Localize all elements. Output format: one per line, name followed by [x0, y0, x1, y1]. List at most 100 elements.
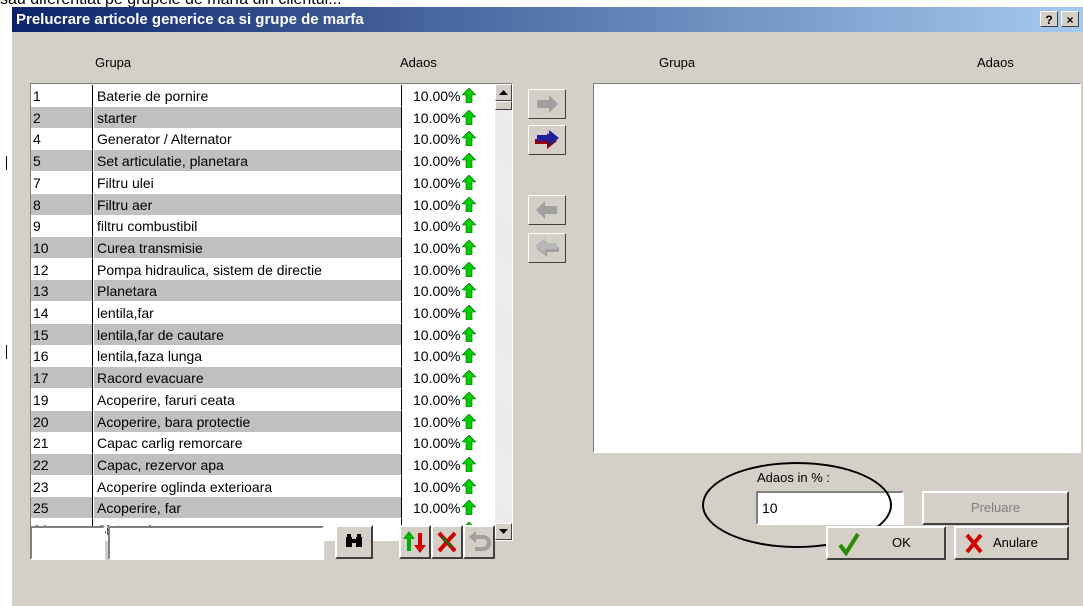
table-row[interactable]: 15 lentila,far de cautare 10.00% — [31, 323, 495, 346]
group-list-scrollbar[interactable] — [495, 84, 512, 540]
green-up-arrow-icon[interactable] — [462, 305, 477, 320]
markup-value: 10.00% — [413, 174, 461, 191]
double-arrow-right-icon — [535, 130, 559, 149]
group-name-cell: Acoperire oglinda exterioara — [94, 475, 402, 498]
green-up-arrow-icon[interactable] — [462, 261, 477, 277]
table-row[interactable]: 10 Curea transmisie 10.00% — [31, 236, 495, 259]
group-markup-cell: 10.00% — [402, 85, 495, 107]
title-bar: Prelucrare articole generice ca si grupe… — [12, 7, 1083, 32]
table-row[interactable]: 1 Baterie de pornire 10.00% — [31, 85, 495, 107]
preluare-button[interactable]: Preluare — [922, 491, 1069, 525]
group-list[interactable]: 1 Baterie de pornire 10.00% 2 starter 10.00% 4… — [30, 83, 513, 541]
group-name-cell: Acoperire, bara protectie — [94, 410, 402, 433]
table-row[interactable]: 23 Acoperire oglinda exterioara 10.00% — [31, 475, 495, 498]
green-up-arrow-icon[interactable] — [462, 413, 477, 429]
cancel-button[interactable]: Anulare — [954, 526, 1069, 560]
group-name-cell: Pompa hidraulica, sistem de directie — [94, 258, 402, 281]
green-up-arrow-icon[interactable] — [462, 239, 477, 255]
group-id-cell: 25 — [31, 497, 93, 520]
group-markup-cell: 10.00% — [402, 107, 495, 129]
table-row[interactable]: 20 Acoperire, bara protectie 10.00% — [31, 410, 495, 433]
table-row[interactable]: 4 Generator / Alternator 10.00% — [31, 128, 495, 151]
table-row[interactable]: 8 Filtru aer 10.00% — [31, 193, 495, 216]
move-left-button[interactable] — [528, 195, 566, 225]
selected-group-list[interactable] — [593, 83, 1081, 453]
table-row[interactable]: 17 Racord evacuare 10.00% — [31, 367, 495, 390]
arrow-right-icon — [537, 95, 558, 113]
background-margin-mark — [6, 345, 7, 359]
window-title: Prelucrare articole generice ca si grupe… — [16, 11, 364, 28]
table-row[interactable]: 16 lentila,faza lunga 10.00% — [31, 345, 495, 368]
cancel-button-label: Anulare — [993, 535, 1038, 550]
scroll-down-button[interactable] — [495, 523, 512, 540]
markup-value: 10.00% — [413, 370, 461, 387]
group-name-cell: Baterie de pornire — [94, 85, 402, 107]
close-button[interactable]: × — [1061, 11, 1079, 27]
green-up-arrow-icon[interactable] — [462, 88, 477, 103]
markup-value: 10.00% — [413, 456, 461, 473]
green-up-arrow-icon[interactable] — [462, 131, 477, 147]
code-search-input[interactable] — [30, 526, 105, 560]
markup-value: 10.00% — [413, 261, 461, 278]
markup-value: 10.00% — [413, 109, 461, 126]
table-row[interactable]: 9 filtru combustibil 10.00% — [31, 215, 495, 238]
green-up-arrow-icon[interactable] — [462, 326, 477, 342]
sort-button[interactable] — [399, 525, 431, 559]
green-up-arrow-icon[interactable] — [462, 370, 477, 386]
table-row[interactable]: 14 lentila,far 10.00% — [31, 302, 495, 324]
group-markup-cell: 10.00% — [402, 215, 495, 237]
name-search-input[interactable] — [108, 526, 324, 560]
green-up-arrow-icon[interactable] — [462, 153, 477, 169]
markup-value: 10.00% — [413, 305, 461, 321]
undo-button[interactable] — [463, 525, 495, 559]
group-id-cell: 4 — [31, 128, 93, 151]
group-markup-cell: 10.00% — [402, 497, 495, 519]
table-row[interactable]: 25 Acoperire, far 10.00% — [31, 497, 495, 520]
table-row[interactable]: 21 Capac carlig remorcare 10.00% — [31, 432, 495, 455]
table-row[interactable]: 13 Planetara 10.00% — [31, 280, 495, 303]
right-header-group: Grupa — [659, 55, 696, 70]
binoculars-icon — [346, 534, 362, 547]
table-row[interactable]: 7 Filtru ulei 10.00% — [31, 171, 495, 194]
markup-value: 10.00% — [413, 131, 461, 148]
group-markup-cell: 10.00% — [402, 454, 495, 476]
right-header-markup: Adaos — [977, 55, 1014, 70]
move-right-button[interactable] — [528, 89, 566, 119]
arrow-left-icon — [536, 201, 557, 219]
group-name-cell: Acoperire, far — [94, 497, 402, 520]
table-row[interactable]: 2 starter 10.00% — [31, 106, 495, 129]
table-row[interactable]: 12 Pompa hidraulica, sistem de directie 10… — [31, 258, 495, 281]
green-up-arrow-icon[interactable] — [462, 391, 477, 407]
green-up-arrow-icon[interactable] — [462, 283, 477, 299]
markup-value: 10.00% — [413, 500, 461, 517]
group-name-cell: lentila,faza lunga — [94, 345, 402, 368]
table-row[interactable]: 5 Set articulatie, planetara 10.00% — [31, 150, 495, 173]
group-name-cell: Capac carlig remorcare — [94, 432, 402, 455]
background-margin-mark — [6, 156, 7, 170]
group-id-cell: 21 — [31, 432, 93, 455]
delete-button[interactable] — [431, 525, 463, 559]
scroll-up-button[interactable] — [495, 84, 512, 101]
scroll-thumb[interactable] — [495, 101, 512, 110]
help-button[interactable]: ? — [1040, 11, 1058, 27]
table-row[interactable]: 22 Capac, rezervor apa 10.00% — [31, 453, 495, 476]
table-row[interactable]: 19 Acoperire, faruri ceata 10.00% — [31, 388, 495, 411]
search-button[interactable] — [335, 525, 373, 559]
green-up-arrow-icon[interactable] — [462, 348, 477, 364]
green-up-arrow-icon[interactable] — [462, 174, 477, 190]
green-up-arrow-icon[interactable] — [462, 435, 477, 451]
green-up-arrow-icon[interactable] — [462, 218, 477, 234]
undo-icon — [469, 531, 491, 551]
green-up-arrow-icon[interactable] — [462, 109, 477, 125]
ok-button[interactable]: OK — [826, 526, 946, 560]
green-up-arrow-icon[interactable] — [462, 196, 477, 212]
green-up-arrow-icon[interactable] — [462, 478, 477, 494]
group-id-cell: 15 — [31, 323, 93, 346]
group-name-cell: Curea transmisie — [94, 236, 402, 259]
move-all-right-button[interactable] — [528, 125, 566, 155]
group-markup-cell: 10.00% — [402, 280, 495, 302]
move-all-left-button[interactable] — [528, 233, 566, 263]
group-name-cell: lentila,far de cautare — [94, 323, 402, 346]
green-up-arrow-icon[interactable] — [462, 500, 477, 516]
green-up-arrow-icon[interactable] — [462, 456, 477, 472]
